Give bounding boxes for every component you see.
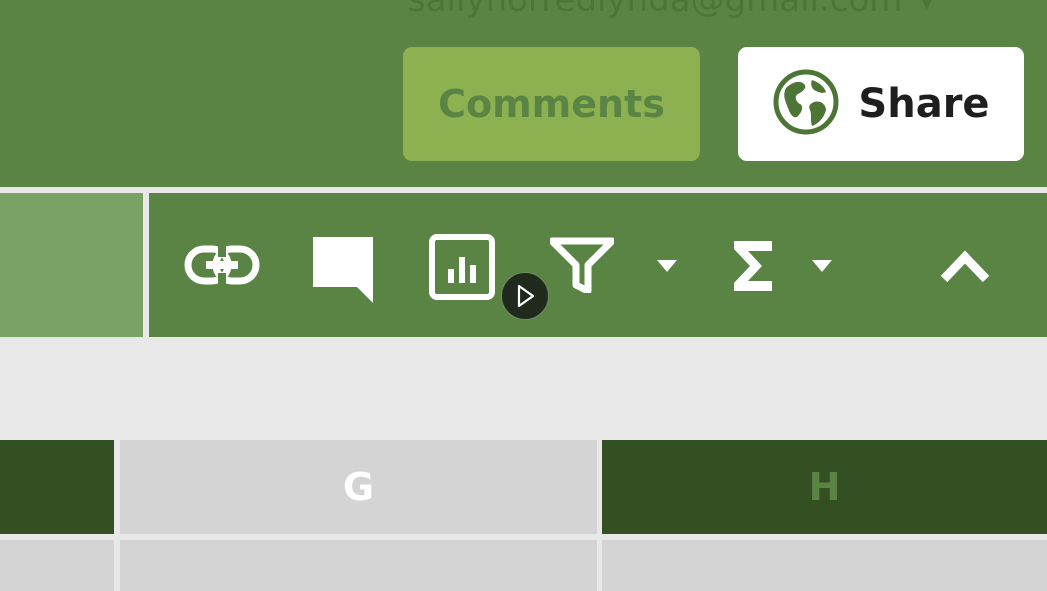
- autosum-dropdown-icon[interactable]: [812, 259, 832, 278]
- chevron-up-icon[interactable]: [940, 249, 990, 287]
- column-header[interactable]: [0, 440, 114, 534]
- bar-chart-icon[interactable]: [428, 233, 496, 305]
- cell-row: [0, 540, 1047, 591]
- ribbon-left-panel: [0, 193, 143, 337]
- pointer-cursor-icon: [501, 272, 549, 320]
- app-header: sallyhorredlynda@gmail.com ▼ Comments Sh…: [0, 0, 1047, 187]
- comments-button[interactable]: Comments: [403, 47, 700, 161]
- comments-button-label: Comments: [438, 82, 665, 126]
- caret-down-icon[interactable]: ▼: [918, 0, 935, 13]
- filter-icon[interactable]: [548, 237, 616, 297]
- column-header-h[interactable]: H: [602, 440, 1047, 534]
- share-button[interactable]: Share: [738, 47, 1024, 161]
- sigma-icon[interactable]: [730, 237, 776, 299]
- share-button-label: Share: [858, 81, 990, 127]
- column-header-label: H: [808, 465, 841, 509]
- column-header-g[interactable]: G: [120, 440, 597, 534]
- globe-icon: [772, 68, 840, 140]
- formula-bar[interactable]: [0, 337, 1047, 440]
- cell-row-header[interactable]: [0, 540, 114, 591]
- filter-dropdown-icon[interactable]: [657, 259, 677, 278]
- ribbon-divider: [143, 193, 149, 337]
- cell-g[interactable]: [120, 540, 597, 591]
- link-icon[interactable]: [184, 243, 260, 291]
- comment-icon[interactable]: [309, 233, 377, 307]
- account-email[interactable]: sallyhorredlynda@gmail.com: [408, 0, 902, 20]
- account-menu[interactable]: sallyhorredlynda@gmail.com ▼: [408, 0, 1047, 22]
- cell-h[interactable]: [602, 540, 1047, 591]
- column-header-row: G H: [0, 440, 1047, 534]
- column-header-label: G: [342, 465, 375, 509]
